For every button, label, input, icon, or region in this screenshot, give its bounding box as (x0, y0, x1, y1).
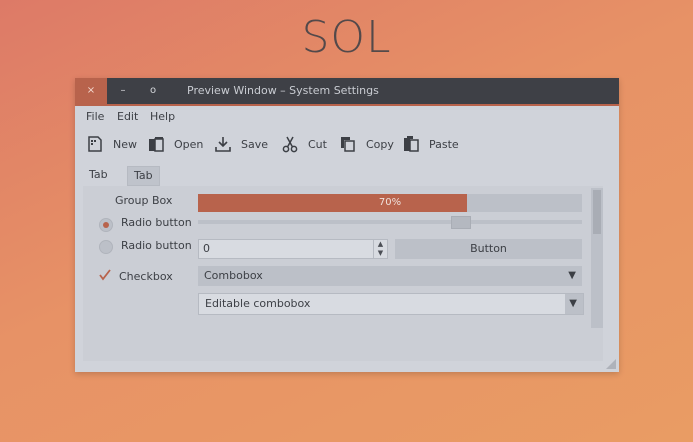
copy-icon (341, 137, 355, 152)
menu-help[interactable]: Help (150, 110, 175, 123)
progress-bar: 70% (198, 194, 582, 212)
push-button[interactable]: Button (395, 239, 582, 259)
maximize-button[interactable]: o (137, 78, 169, 104)
paste-label: Paste (429, 137, 459, 151)
open-label: Open (174, 137, 204, 151)
spin-down-icon[interactable]: ▼ (374, 249, 387, 258)
tab-2[interactable]: Tab 2 (127, 166, 160, 200)
spin-box-value: 0 (203, 242, 210, 255)
cut-label: Cut (308, 137, 327, 151)
spin-buttons[interactable]: ▲ ▼ (373, 240, 387, 258)
new-label: New (113, 137, 137, 151)
save-label: Save (241, 137, 269, 151)
combobox-value: Combobox (204, 269, 263, 282)
open-folder-icon (149, 137, 164, 152)
resize-grip-icon[interactable] (606, 359, 616, 369)
tab-panel: Group Box Radio button Radio button Chec… (83, 186, 603, 361)
radio-label-2: Radio button (121, 239, 192, 252)
copy-label: Copy (366, 137, 394, 151)
slider-handle[interactable] (450, 216, 471, 229)
new-button[interactable]: New (86, 130, 137, 158)
save-button[interactable]: Save (214, 130, 268, 158)
group-box-title: Group Box (115, 194, 173, 207)
save-download-icon (215, 137, 231, 152)
paste-button[interactable]: Paste (402, 130, 459, 158)
scrollbar-handle[interactable] (593, 190, 601, 234)
paste-clipboard-icon (404, 136, 419, 152)
editable-combobox[interactable]: Editable combobox ▼ (198, 293, 584, 315)
radio-label-1: Radio button (121, 216, 192, 229)
slider[interactable] (198, 220, 582, 224)
spin-up-icon[interactable]: ▲ (374, 240, 387, 249)
scissors-icon (282, 136, 298, 153)
chevron-down-icon: ▼ (568, 270, 576, 281)
menu-bar: File Edit Help (75, 106, 619, 126)
radio-button-2[interactable] (99, 240, 113, 254)
minimize-button[interactable]: – (107, 78, 139, 104)
radio-button-1[interactable] (99, 218, 113, 232)
brand-title: SOL (301, 12, 392, 63)
preview-window: × – o Preview Window – System Settings F… (75, 78, 619, 372)
menu-file[interactable]: File (86, 110, 104, 123)
menu-edit[interactable]: Edit (117, 110, 138, 123)
copy-button[interactable]: Copy (339, 130, 394, 158)
editable-combobox-value[interactable]: Editable combobox (205, 294, 310, 314)
combobox[interactable]: Combobox ▼ (198, 266, 582, 286)
check-icon (99, 269, 111, 281)
spin-box[interactable]: 0 ▲ ▼ (198, 239, 388, 259)
vertical-scrollbar[interactable] (591, 188, 603, 328)
toolbar: New Open Save Cut Copy Paste (75, 130, 619, 158)
title-bar[interactable]: × – o Preview Window – System Settings (75, 78, 619, 106)
checkbox-label: Checkbox (119, 270, 173, 283)
tab-1[interactable]: Tab 1 (83, 166, 114, 199)
progress-label: 70% (378, 197, 402, 208)
cut-button[interactable]: Cut (281, 130, 327, 158)
window-title: Preview Window – System Settings (187, 84, 379, 97)
open-button[interactable]: Open (147, 130, 203, 158)
chevron-down-icon: ▼ (569, 298, 577, 309)
new-file-icon (88, 136, 102, 152)
close-button[interactable]: × (75, 78, 107, 104)
checkbox[interactable] (99, 269, 113, 290)
